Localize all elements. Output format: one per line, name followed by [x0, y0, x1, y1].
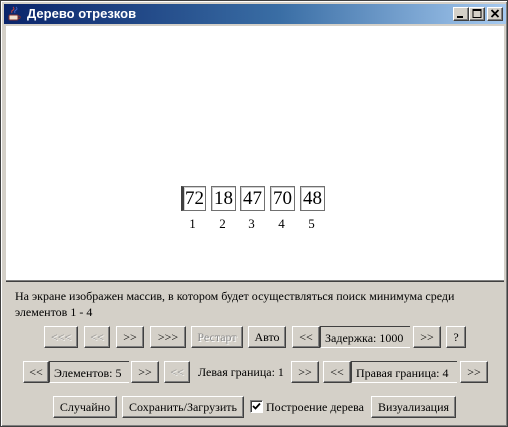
maximize-icon: [472, 9, 482, 18]
help-button[interactable]: ?: [446, 326, 466, 348]
description-text: На экране изображен массив, в котором бу…: [15, 289, 455, 319]
array-index: 1: [189, 216, 196, 231]
minimize-icon: [457, 16, 463, 18]
elements-count-label: Элементов: 5: [49, 361, 129, 383]
delay-decrease-button[interactable]: <<: [292, 326, 320, 348]
first-step-button[interactable]: <<<: [44, 326, 78, 348]
right-bound-increase-button[interactable]: >>: [460, 361, 488, 383]
restart-button[interactable]: Рестарт: [191, 326, 243, 348]
array-cell: 48: [300, 186, 325, 211]
delay-label: Задержка: 1000: [320, 326, 410, 348]
java-cup-icon: [7, 6, 23, 22]
close-button[interactable]: [487, 7, 503, 21]
left-bound-decrease-button[interactable]: <<: [164, 361, 190, 383]
close-icon: [490, 9, 500, 18]
app-window: Дерево отрезков 72 18 47 70 48 1 2 3 4 5…: [0, 0, 508, 427]
array-index: 2: [219, 216, 226, 231]
checkmark-icon: [252, 402, 261, 410]
random-button[interactable]: Случайно: [53, 396, 117, 418]
elements-increase-button[interactable]: >>: [131, 361, 159, 383]
save-load-button[interactable]: Сохранить/Загрузить: [122, 396, 244, 418]
right-bound-decrease-button[interactable]: <<: [323, 361, 351, 383]
last-step-button[interactable]: >>>: [150, 326, 186, 348]
window-title: Дерево отрезков: [27, 6, 137, 21]
minimize-button[interactable]: [453, 7, 469, 21]
title-bar[interactable]: Дерево отрезков: [4, 4, 506, 24]
next-step-button[interactable]: >>: [116, 326, 144, 348]
maximize-button[interactable]: [469, 7, 485, 21]
visualize-button[interactable]: Визуализация: [371, 396, 456, 418]
array-cell: 72: [181, 186, 206, 211]
auto-button[interactable]: Авто: [248, 326, 286, 348]
array-cell: 47: [240, 186, 265, 211]
left-bound-increase-button[interactable]: >>: [291, 361, 319, 383]
array-cell: 18: [211, 186, 236, 211]
array-canvas: 72 18 47 70 48 1 2 3 4 5: [6, 26, 504, 281]
right-bound-label: Правая граница: 4: [351, 361, 457, 383]
array-cell: 70: [270, 186, 295, 211]
build-tree-checkbox[interactable]: [250, 400, 263, 413]
build-tree-label[interactable]: Построение дерева: [266, 396, 368, 418]
delay-increase-button[interactable]: >>: [413, 326, 441, 348]
elements-decrease-button[interactable]: <<: [23, 361, 49, 383]
prev-step-button[interactable]: <<: [84, 326, 110, 348]
left-bound-label: Левая граница: 1: [198, 365, 284, 379]
array-index: 5: [308, 216, 315, 231]
array-index: 3: [248, 216, 255, 231]
panel-divider: [6, 281, 504, 282]
array-index: 4: [278, 216, 285, 231]
